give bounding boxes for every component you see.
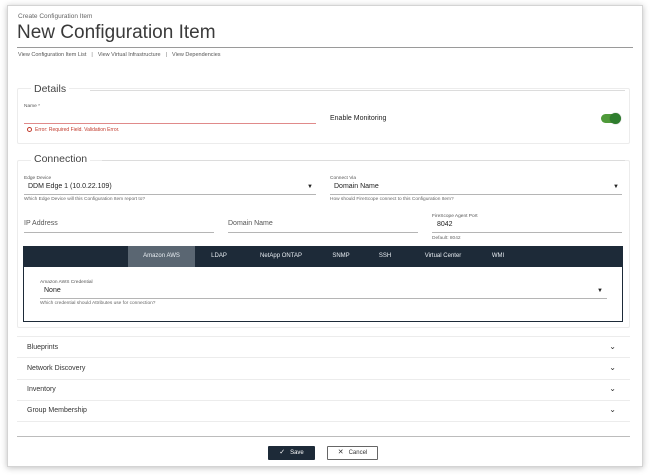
save-button[interactable]: ✓ Save <box>268 446 315 460</box>
accordion-blueprints[interactable]: Blueprints ⌄ <box>17 336 630 358</box>
tab-ssh[interactable]: SSH <box>371 246 399 267</box>
chevron-down-icon: ▼ <box>307 184 313 190</box>
accordion-group-membership[interactable]: Group Membership ⌄ <box>17 400 630 422</box>
agent-port-input[interactable]: 8042 <box>432 220 622 232</box>
connection-heading: Connection <box>31 153 91 165</box>
name-error-text: Error: Required Field. Validation Error. <box>35 127 120 133</box>
edge-device-select[interactable]: DDM Edge 1 (10.0.22.109) ▼ <box>24 182 316 194</box>
chevron-down-icon: ▼ <box>597 288 603 294</box>
domain-name-input[interactable]: Domain Name <box>228 218 418 232</box>
toggle-knob <box>610 113 621 124</box>
error-icon <box>27 127 32 132</box>
edge-device-value: DDM Edge 1 (10.0.22.109) <box>28 183 112 190</box>
chevron-down-icon: ⌄ <box>609 384 616 393</box>
chevron-down-icon: ⌄ <box>609 363 616 372</box>
link-separator: | <box>165 52 168 58</box>
enable-monitoring-label: Enable Monitoring <box>330 115 387 122</box>
connect-via-label: Connect Via <box>330 176 357 181</box>
accordion-inventory[interactable]: Inventory ⌄ <box>17 379 630 401</box>
connection-heading-rule <box>102 160 625 161</box>
tab-ldap[interactable]: LDAP <box>203 246 235 267</box>
aws-credential-value: None <box>44 287 61 294</box>
cancel-button[interactable]: ✕ Cancel <box>327 446 378 460</box>
tab-netapp-ontap[interactable]: NetApp ONTAP <box>251 246 311 267</box>
details-heading-rule <box>90 90 625 91</box>
accordion-label: Inventory <box>27 386 56 393</box>
footer-divider <box>17 436 630 437</box>
ip-address-input[interactable]: IP Address <box>24 218 214 232</box>
name-label: Name * <box>24 104 40 109</box>
domain-name-placeholder: Domain Name <box>228 220 273 227</box>
enable-monitoring-toggle[interactable] <box>601 113 621 124</box>
title-divider <box>17 47 633 48</box>
chevron-down-icon: ⌄ <box>609 405 616 414</box>
close-icon: ✕ <box>337 449 344 456</box>
details-heading: Details <box>31 83 70 95</box>
agent-port-hint: Default: 8042 <box>432 236 461 241</box>
agent-port-underline <box>432 232 622 233</box>
credential-tabs: Amazon AWS LDAP NetApp ONTAP SNMP SSH Vi… <box>23 246 623 267</box>
aws-credential-label: Amazon AWS Credential <box>40 280 93 285</box>
aws-credential-select[interactable]: None ▼ <box>40 286 607 298</box>
save-label: Save <box>290 450 304 456</box>
tab-virtual-center[interactable]: Virtual Center <box>413 246 473 267</box>
name-input-underline <box>24 123 316 124</box>
link-separator: | <box>91 52 93 58</box>
aws-credential-underline <box>40 298 607 299</box>
view-links: View Configuration Item List | View Virtua… <box>18 52 221 58</box>
name-input[interactable] <box>24 110 316 122</box>
domain-name-underline <box>228 232 418 233</box>
aws-credential-hint: Which credential should Attributes use f… <box>40 301 156 306</box>
page-title: New Configuration Item <box>17 22 216 43</box>
check-icon: ✓ <box>279 449 286 456</box>
edge-device-label: Edge Device <box>24 176 52 181</box>
connect-via-hint: How should FireScope connect to this Con… <box>330 197 454 202</box>
tab-wmi[interactable]: WMI <box>484 246 512 267</box>
link-dependencies[interactable]: View Dependencies <box>172 52 221 58</box>
accordion-label: Network Discovery <box>27 365 86 372</box>
tab-amazon-aws[interactable]: Amazon AWS <box>128 246 195 267</box>
link-virtual-infrastructure[interactable]: View Virtual Infrastructure <box>98 52 161 58</box>
link-config-item-list[interactable]: View Configuration Item List <box>18 52 86 58</box>
ip-address-placeholder: IP Address <box>24 220 58 227</box>
chevron-down-icon: ▼ <box>613 184 619 190</box>
connect-via-value: Domain Name <box>334 183 379 190</box>
connect-via-select[interactable]: Domain Name ▼ <box>330 182 622 194</box>
tab-snmp[interactable]: SNMP <box>325 246 357 267</box>
edge-device-underline <box>24 194 316 195</box>
chevron-down-icon: ⌄ <box>609 342 616 351</box>
ip-address-underline <box>24 232 214 233</box>
name-error: Error: Required Field. Validation Error. <box>27 127 119 133</box>
edge-device-hint: Which Edge Device will this Configuratio… <box>24 197 146 202</box>
breadcrumb: Create Configuration Item <box>18 13 93 20</box>
accordion-label: Blueprints <box>27 344 59 351</box>
accordion-label: Group Membership <box>27 407 87 414</box>
accordion-network-discovery[interactable]: Network Discovery ⌄ <box>17 358 630 380</box>
agent-port-label: FireScope Agent Port <box>432 214 478 219</box>
cancel-label: Cancel <box>348 450 368 456</box>
agent-port-value: 8042 <box>437 221 453 228</box>
connect-via-underline <box>330 194 622 195</box>
